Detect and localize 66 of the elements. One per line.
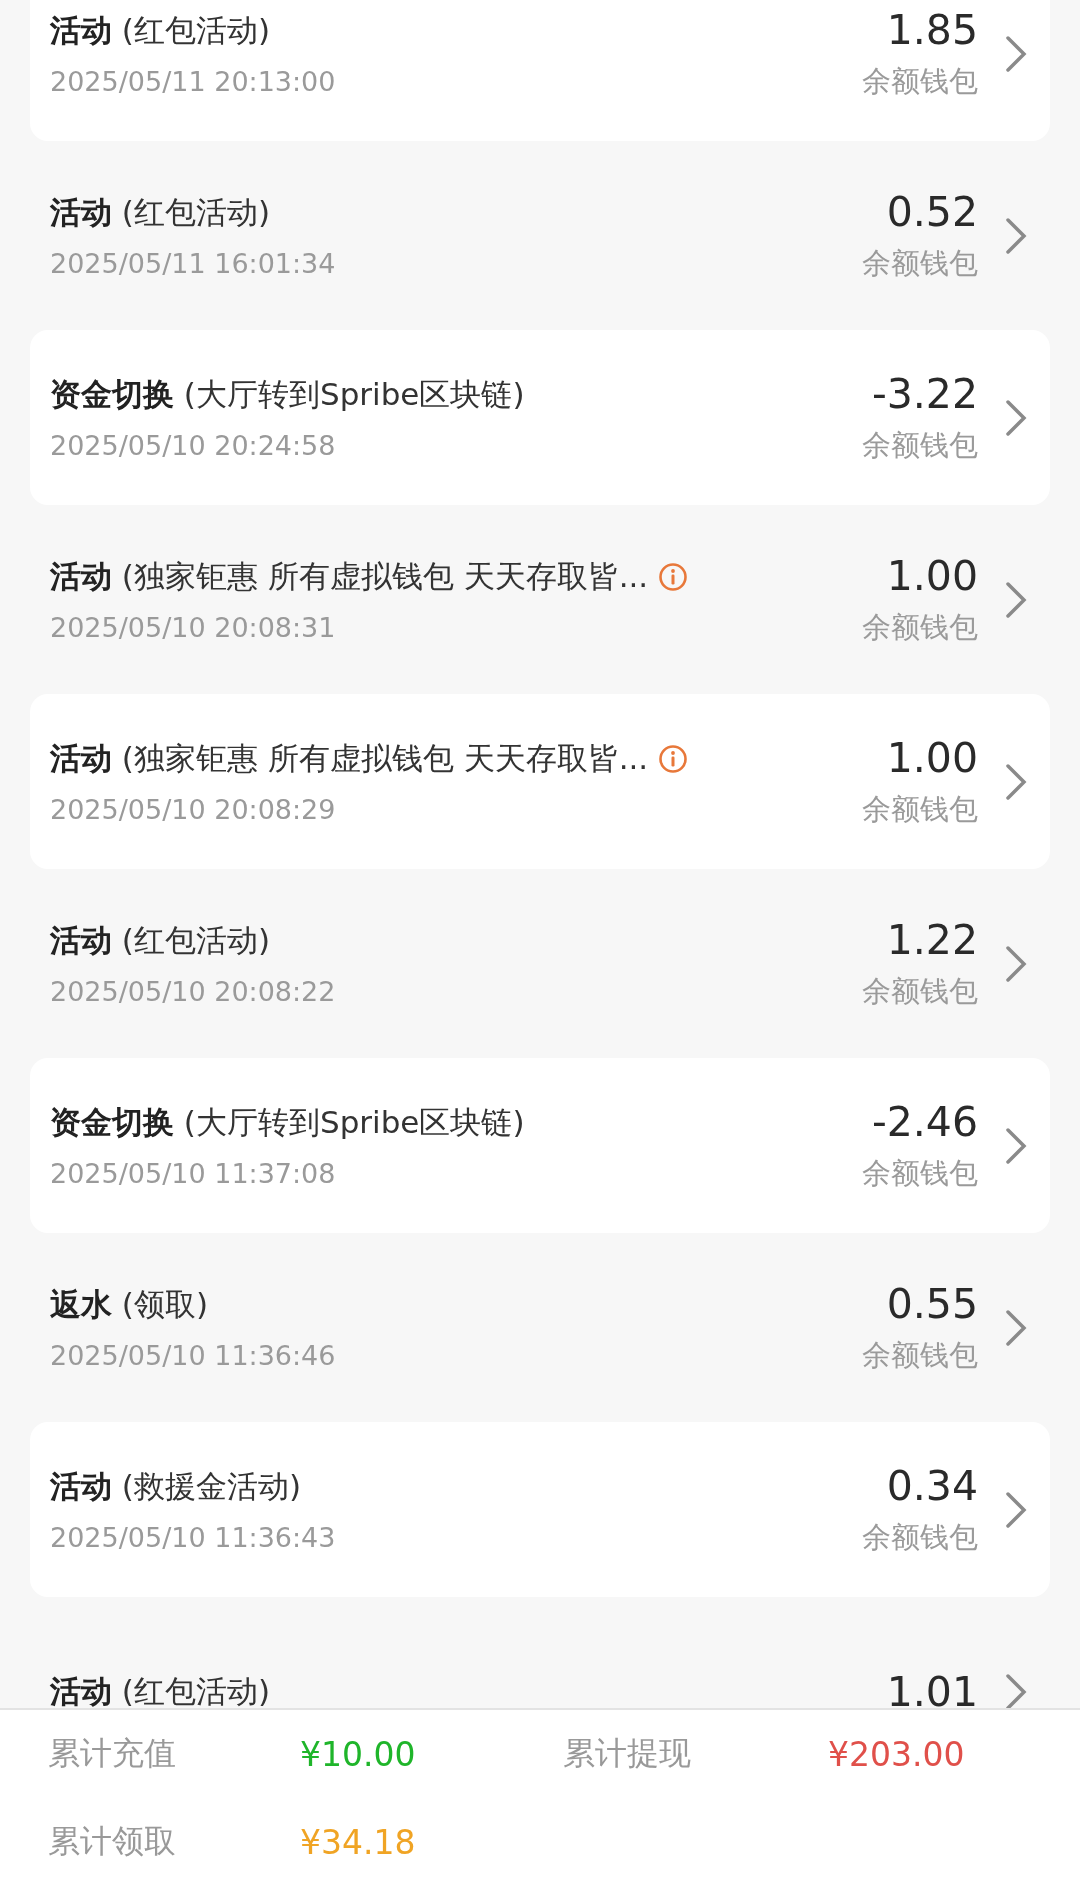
record-title: 资金切换 (大厅转到Spribe区块链) bbox=[50, 1103, 525, 1142]
record-card[interactable]: 活动 (独家钜惠 所有虚拟钱包 天天存取皆... 2025/05/10 20:08:29 1.00 余额钱包 bbox=[30, 694, 1050, 869]
info-icon bbox=[658, 562, 689, 592]
wallet-label: 余额钱包 bbox=[862, 972, 978, 1010]
record-amount: 0.55 bbox=[886, 1279, 978, 1328]
record-card[interactable]: 资金切换 (大厅转到Spribe区块链) 2025/05/10 11:37:08 -2.46 余额钱包 bbox=[30, 1058, 1050, 1233]
record-amount: 1.00 bbox=[886, 733, 978, 782]
record-title: 活动 (红包活动) bbox=[50, 1671, 271, 1708]
summary-value: ¥34.18 bbox=[300, 1822, 417, 1862]
record-row[interactable]: 活动 (红包活动) 2025/05/10 20:08:22 1.22 余额钱包 bbox=[30, 876, 1050, 1051]
record-row[interactable]: 返水 (领取) 2025/05/10 11:36:46 0.55 余额钱包 bbox=[30, 1240, 1050, 1415]
record-time: 2025/05/10 20:24:58 bbox=[50, 430, 337, 461]
summary-label: 累计提现 bbox=[563, 1733, 692, 1774]
record-row[interactable]: 活动 (独家钜惠 所有虚拟钱包 天天存取皆... 2025/05/10 20:08:31 1.00 余额钱包 bbox=[30, 512, 1050, 687]
record-time: 2025/05/11 16:01:34 bbox=[50, 248, 337, 279]
record-title: 活动 (红包活动) bbox=[50, 921, 271, 960]
chevron-right-icon bbox=[1004, 1307, 1028, 1348]
record-card[interactable]: 活动 (红包活动) 2025/05/11 20:13:00 1.85 余额钱包 bbox=[30, 0, 1050, 141]
chevron-right-icon bbox=[1004, 579, 1028, 620]
record-title: 活动 (独家钜惠 所有虚拟钱包 天天存取皆... bbox=[50, 557, 649, 596]
record-amount: -2.46 bbox=[871, 1097, 978, 1146]
summary-value: ¥203.00 bbox=[828, 1734, 966, 1774]
wallet-label: 余额钱包 bbox=[862, 1518, 978, 1556]
record-row[interactable]: 活动 (红包活动) 2025/05/11 16:01:34 0.52 余额钱包 bbox=[30, 148, 1050, 323]
chevron-right-icon bbox=[1004, 215, 1028, 256]
record-title: 返水 (领取) bbox=[50, 1285, 209, 1324]
wallet-label: 余额钱包 bbox=[862, 426, 978, 464]
wallet-label: 余额钱包 bbox=[862, 244, 978, 282]
record-card[interactable]: 活动 (救援金活动) 2025/05/10 11:36:43 0.34 余额钱包 bbox=[30, 1422, 1050, 1597]
record-row[interactable]: 活动 (红包活动) 1.01 bbox=[30, 1604, 1050, 1708]
record-time: 2025/05/10 11:36:43 bbox=[50, 1522, 337, 1553]
record-time: 2025/05/10 11:36:46 bbox=[50, 1340, 337, 1371]
chevron-right-icon bbox=[1004, 33, 1028, 74]
chevron-right-icon bbox=[1004, 943, 1028, 984]
record-amount: -3.22 bbox=[871, 369, 978, 418]
record-title: 活动 (红包活动) bbox=[50, 11, 271, 50]
record-amount: 1.01 bbox=[886, 1667, 978, 1708]
record-title: 活动 (独家钜惠 所有虚拟钱包 天天存取皆... bbox=[50, 739, 649, 778]
chevron-right-icon bbox=[1004, 761, 1028, 802]
info-icon bbox=[658, 744, 689, 774]
record-amount: 1.22 bbox=[886, 915, 978, 964]
chevron-right-icon bbox=[1004, 397, 1028, 438]
wallet-label: 余额钱包 bbox=[862, 1154, 978, 1192]
record-title: 资金切换 (大厅转到Spribe区块链) bbox=[50, 375, 525, 414]
record-amount: 0.34 bbox=[886, 1461, 978, 1510]
wallet-label: 余额钱包 bbox=[862, 790, 978, 828]
record-title: 活动 (红包活动) bbox=[50, 193, 271, 232]
chevron-right-icon bbox=[1004, 1671, 1028, 1708]
record-time: 2025/05/10 20:08:29 bbox=[50, 794, 337, 825]
record-card[interactable]: 资金切换 (大厅转到Spribe区块链) 2025/05/10 20:24:58 -3.22 余额钱包 bbox=[30, 330, 1050, 505]
chevron-right-icon bbox=[1004, 1489, 1028, 1530]
summary-value: ¥10.00 bbox=[300, 1734, 417, 1774]
wallet-label: 余额钱包 bbox=[862, 62, 978, 100]
wallet-label: 余额钱包 bbox=[862, 1336, 978, 1374]
record-amount: 0.52 bbox=[886, 187, 978, 236]
record-amount: 1.00 bbox=[886, 551, 978, 600]
record-title: 活动 (救援金活动) bbox=[50, 1467, 302, 1506]
wallet-label: 余额钱包 bbox=[862, 608, 978, 646]
record-time: 2025/05/11 20:13:00 bbox=[50, 66, 337, 97]
summary-label: 累计领取 bbox=[48, 1821, 177, 1862]
record-time: 2025/05/10 20:08:31 bbox=[50, 612, 337, 643]
record-time: 2025/05/10 11:37:08 bbox=[50, 1158, 337, 1189]
chevron-right-icon bbox=[1004, 1125, 1028, 1166]
record-time: 2025/05/10 20:08:22 bbox=[50, 976, 337, 1007]
record-amount: 1.85 bbox=[886, 5, 978, 54]
summary-label: 累计充值 bbox=[48, 1733, 177, 1774]
